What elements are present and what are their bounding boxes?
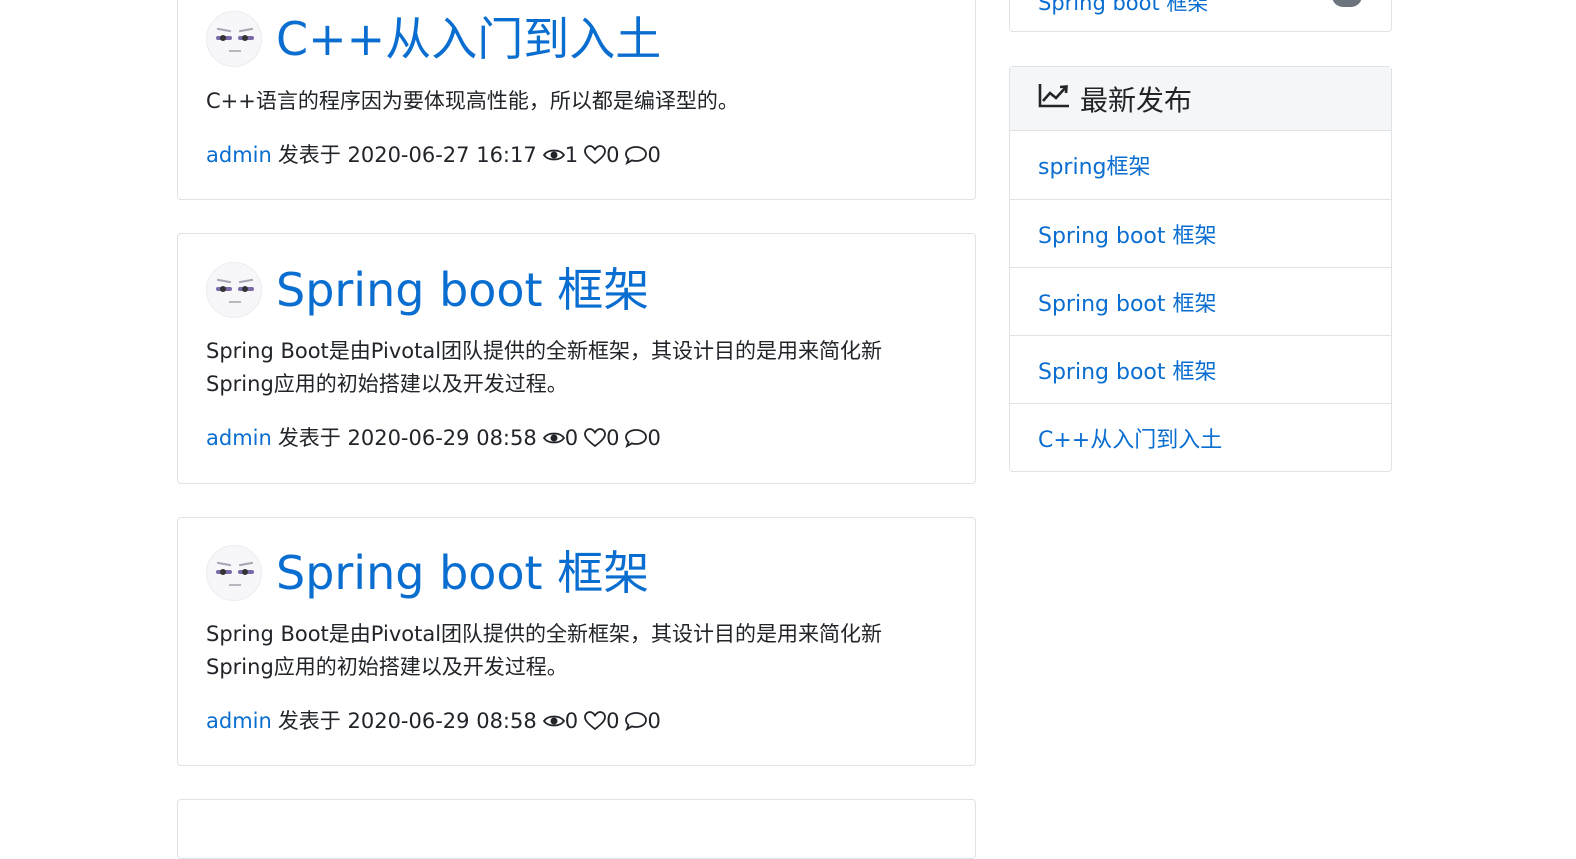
post-summary: Spring Boot是由Pivotal团队提供的全新框架，其设计目的是用来简化… xyxy=(206,622,883,679)
post-meta: admin 发表于 2020-06-29 08:58 0 0 0 xyxy=(206,706,661,736)
post-meta: admin 发表于 2020-06-27 16:17 1 0 0 xyxy=(206,140,661,170)
post-title-link[interactable]: Spring boot 框架 xyxy=(276,545,649,601)
latest-post-link[interactable]: Spring boot 框架 xyxy=(1010,335,1391,403)
like-count: 0 xyxy=(606,426,620,450)
avatar[interactable] xyxy=(206,11,262,67)
post-card xyxy=(177,799,976,859)
author-link[interactable]: admin xyxy=(206,706,272,736)
comment-count: 0 xyxy=(647,143,661,167)
post-card: C++从入门到入土 C++语言的程序因为要体现高性能，所以都是编译型的。 adm… xyxy=(177,0,976,200)
heart-icon[interactable] xyxy=(584,145,607,165)
latest-post-link[interactable]: Spring boot 框架 xyxy=(1010,199,1391,267)
comment-icon[interactable] xyxy=(625,145,648,165)
comment-icon[interactable] xyxy=(625,711,648,731)
eye-icon xyxy=(542,713,565,729)
avatar[interactable] xyxy=(206,545,262,601)
eye-icon xyxy=(542,430,565,446)
post-date: 发表于 2020-06-27 16:17 xyxy=(277,143,537,167)
latest-posts-title: 最新发布 xyxy=(1080,83,1193,117)
post-summary: C++语言的程序因为要体现高性能，所以都是编译型的。 xyxy=(206,89,739,113)
view-count: 1 xyxy=(564,143,579,167)
view-count: 0 xyxy=(564,709,579,733)
post-title-link[interactable]: Spring boot 框架 xyxy=(276,262,649,318)
author-link[interactable]: admin xyxy=(206,423,272,453)
avatar[interactable] xyxy=(206,262,262,318)
comment-count: 0 xyxy=(647,709,661,733)
latest-post-link[interactable]: spring框架 xyxy=(1010,131,1391,199)
sidebar-category-item[interactable]: Spring boot 框架 xyxy=(1009,0,1392,32)
view-count: 0 xyxy=(564,426,579,450)
post-card: Spring boot 框架 Spring Boot是由Pivotal团队提供的… xyxy=(177,233,976,484)
post-summary: Spring Boot是由Pivotal团队提供的全新框架，其设计目的是用来简化… xyxy=(206,339,883,396)
post-date: 发表于 2020-06-29 08:58 xyxy=(277,709,537,733)
latest-post-link[interactable]: Spring boot 框架 xyxy=(1010,267,1391,335)
post-meta: admin 发表于 2020-06-29 08:58 0 0 0 xyxy=(206,423,661,453)
like-count: 0 xyxy=(606,709,620,733)
author-link[interactable]: admin xyxy=(206,140,272,170)
comment-count: 0 xyxy=(647,426,661,450)
like-count: 0 xyxy=(606,143,620,167)
eye-icon xyxy=(542,147,565,163)
latest-post-link[interactable]: C++从入门到入土 xyxy=(1010,403,1391,471)
latest-posts-panel: 最新发布 spring框架 Spring boot 框架 Spring boot… xyxy=(1009,66,1392,472)
heart-icon[interactable] xyxy=(584,711,607,731)
post-card: Spring boot 框架 Spring Boot是由Pivotal团队提供的… xyxy=(177,517,976,766)
sidebar-category-label: Spring boot 框架 xyxy=(1038,0,1209,15)
count-badge xyxy=(1332,0,1362,7)
latest-posts-header: 最新发布 xyxy=(1010,67,1391,131)
post-title-link[interactable]: C++从入门到入土 xyxy=(276,11,661,67)
chart-line-icon xyxy=(1038,82,1070,115)
post-date: 发表于 2020-06-29 08:58 xyxy=(277,426,537,450)
comment-icon[interactable] xyxy=(625,428,648,448)
heart-icon[interactable] xyxy=(584,428,607,448)
